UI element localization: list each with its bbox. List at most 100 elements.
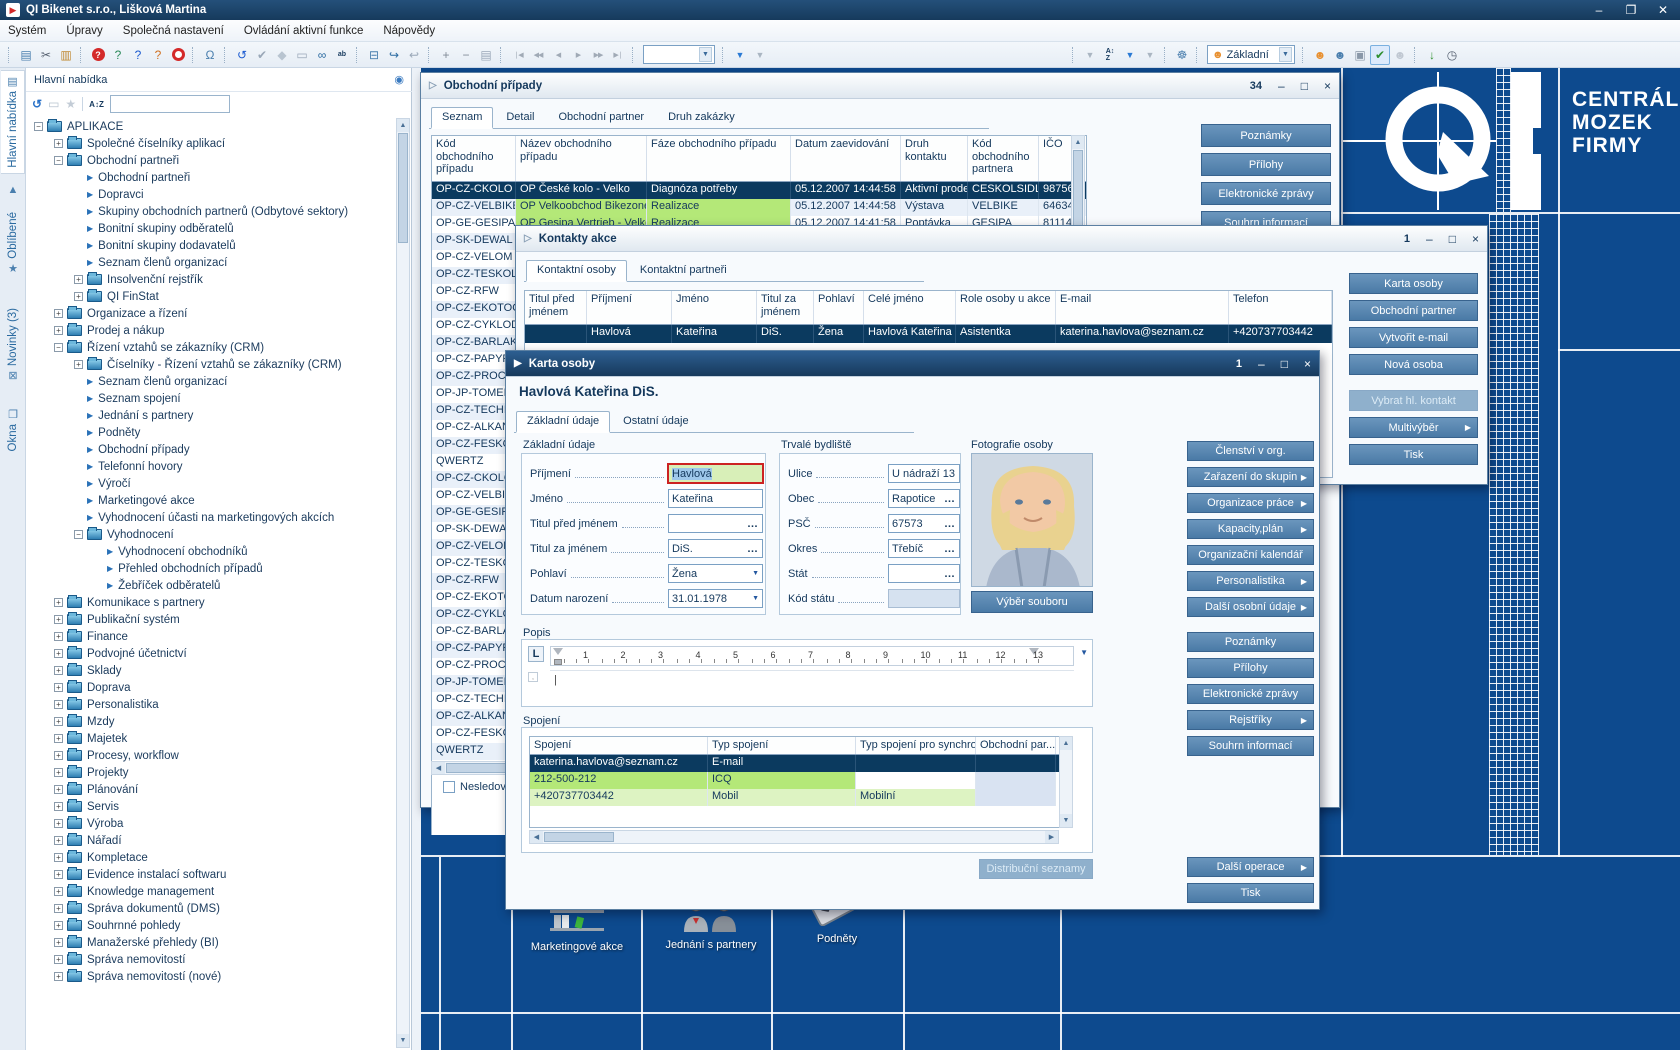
tree-item-qi-finstat[interactable]: +QI FinStat (26, 288, 396, 305)
cases-tab-1[interactable]: Detail (495, 107, 545, 128)
tab-stop-selector[interactable]: L (528, 646, 544, 662)
scroll-down-icon[interactable]: ▼ (1060, 814, 1072, 827)
menu-item--pravy[interactable]: Úpravy (66, 25, 102, 37)
column-header[interactable]: IČO (1039, 136, 1072, 181)
cases-tab-0[interactable]: Seznam (431, 107, 493, 129)
contacts-window-titlebar[interactable]: ▷ Kontakty akce 1 – □ × (516, 226, 1487, 252)
tree-item-n-ad-[interactable]: +Nářadí (26, 832, 396, 849)
tree-expand-icon[interactable]: − (54, 156, 63, 165)
tree-scrollbar[interactable]: ▲ ▼ (396, 118, 410, 1048)
tree-item-majetek[interactable]: +Majetek (26, 730, 396, 747)
indent-marker[interactable] (553, 648, 563, 655)
tree-expand-icon[interactable]: + (54, 904, 63, 913)
tree-item-spr-va-dokument-dms-[interactable]: +Správa dokumentů (DMS) (26, 900, 396, 917)
undo-icon[interactable]: ↺ (232, 45, 252, 65)
toolbar-grip-handle[interactable] (224, 47, 228, 63)
tree-item-dopravci[interactable]: ▶Dopravci (26, 186, 396, 203)
tree-item-finance[interactable]: +Finance (26, 628, 396, 645)
maximize-button[interactable]: □ (1449, 232, 1456, 246)
scroll-up-icon[interactable]: ▲ (1072, 136, 1084, 149)
chevron-down-icon[interactable]: ▼ (752, 595, 759, 602)
tree-expand-icon[interactable]: + (54, 139, 63, 148)
spojeni-hscrollbar[interactable]: ◀ ▶ (529, 830, 1059, 844)
help-red-icon[interactable]: ? (88, 45, 108, 65)
scroll-right-icon[interactable]: ▶ (1045, 831, 1058, 843)
tree-item-procesy-workflow[interactable]: +Procesy, workflow (26, 747, 396, 764)
table-row[interactable]: OP-CZ-CKOLOOP České kolo - VelkoDiagnóza… (432, 182, 1086, 199)
tree-item-kompletace[interactable]: +Kompletace (26, 849, 396, 866)
cases-tab-3[interactable]: Druh zakázky (657, 107, 746, 128)
column-header[interactable]: Typ spojení (708, 737, 856, 754)
tree-expand-icon[interactable]: + (54, 615, 63, 624)
pozn-mky-button[interactable]: Poznámky (1201, 124, 1331, 147)
export-icon[interactable]: ↪ (384, 45, 404, 65)
nav-prev-icon[interactable]: ◀ (548, 45, 568, 65)
dal-osobn-daje-button[interactable]: Další osobní údaje▶ (1187, 597, 1314, 617)
column-header[interactable]: Pohlaví (814, 291, 864, 324)
multiv-b-r-button[interactable]: Multivýběr▶ (1349, 417, 1478, 438)
column-header[interactable]: Celé jméno (864, 291, 956, 324)
refresh-icon[interactable]: ↺ (32, 97, 42, 111)
minimize-button[interactable]: – (1278, 79, 1285, 93)
funnel-icon[interactable]: ▼ (1120, 45, 1140, 65)
okres-field[interactable]: Třebíč… (888, 539, 960, 558)
column-header[interactable]: Titul za jménem (757, 291, 814, 324)
tree-item-seznam-spojen-[interactable]: ▶Seznam spojení (26, 390, 396, 407)
check-green-icon[interactable]: ✔ (1370, 45, 1390, 65)
funnel-x-icon[interactable]: ▼ (1080, 45, 1100, 65)
vyber-souboru-button[interactable]: Výběr souboru (971, 591, 1093, 613)
spojeni-scrollbar[interactable]: ▲ ▼ (1059, 736, 1073, 828)
maximize-button[interactable]: □ (1301, 79, 1308, 93)
filter-combo[interactable]: ▼ (643, 45, 715, 64)
toolbar-grip-handle[interactable] (1302, 47, 1306, 63)
photo-icon[interactable]: ▣ (1350, 45, 1370, 65)
ellipsis-button[interactable]: … (944, 568, 956, 580)
view-combo[interactable]: ☻Základní▼ (1207, 45, 1295, 64)
lifebuoy-icon[interactable] (168, 45, 188, 65)
tree-expand-icon[interactable]: − (74, 530, 83, 539)
toolbar-grip-handle[interactable] (428, 47, 432, 63)
ellipsis-button[interactable]: … (944, 543, 956, 555)
tree-expand-icon[interactable]: + (54, 649, 63, 658)
tree-item-publika-n-syst-m[interactable]: +Publikační systém (26, 611, 396, 628)
tree-expand-icon[interactable]: + (54, 955, 63, 964)
tree-item-spr-va-nemovitost-nov-[interactable]: +Správa nemovitostí (nové) (26, 968, 396, 985)
tree-item-sklady[interactable]: +Sklady (26, 662, 396, 679)
tree-item-obchodn-partne-i[interactable]: ▶Obchodní partneři (26, 169, 396, 186)
column-header[interactable]: Typ spojení pro synchronizaci (856, 737, 976, 754)
minimize-button[interactable]: – (1426, 232, 1433, 246)
dal-operace-button[interactable]: Další operace▶ (1187, 857, 1314, 877)
tree-expand-icon[interactable]: + (54, 700, 63, 709)
za-azen-do-skupin-button[interactable]: Zařazení do skupin▶ (1187, 467, 1314, 487)
dock-tab-oblibene[interactable]: Oblíbené ★ (1, 208, 25, 296)
doc-help-icon[interactable]: ? (108, 45, 128, 65)
column-header[interactable]: Fáze obchodního případu (647, 136, 791, 181)
tree-item-personalistika[interactable]: +Personalistika (26, 696, 396, 713)
panel-view-icon[interactable]: ▭ (48, 97, 59, 111)
scroll-left-icon[interactable]: ◀ (432, 762, 445, 774)
p-lohy-button[interactable]: Přílohy (1187, 658, 1314, 678)
person-tab-1[interactable]: Ostatní údaje (612, 411, 699, 432)
toolbar-grip-handle[interactable] (1414, 47, 1418, 63)
nav-next2-icon[interactable]: ▶▶ (588, 45, 608, 65)
elektronick-zpr-vy-button[interactable]: Elektronické zprávy (1187, 684, 1314, 704)
k-d-st-tu-field[interactable] (888, 589, 960, 608)
tree-item-skupiny-obchodn-ch-partner-odbytov-sekto[interactable]: ▶Skupiny obchodních partnerů (Odbytové s… (26, 203, 396, 220)
print-icon[interactable]: ⊟ (364, 45, 384, 65)
help-blue-icon[interactable]: ? (128, 45, 148, 65)
table-row[interactable]: katerina.havlova@seznam.czE-mail (530, 755, 1072, 772)
menu-item-spole-n-nastaven-[interactable]: Společná nastavení (123, 25, 224, 37)
scroll-left-icon[interactable]: ◀ (530, 831, 543, 843)
funnel-icon[interactable]: ▼ (730, 45, 750, 65)
p-jmen--field[interactable]: Havlová (668, 464, 763, 483)
copy-icon[interactable]: ▤ (16, 45, 36, 65)
column-header[interactable]: Telefon (1229, 291, 1332, 324)
scroll-down-icon[interactable]: ▼ (397, 1034, 409, 1047)
tree-expand-icon[interactable]: + (54, 887, 63, 896)
tree-item-mzdy[interactable]: +Mzdy (26, 713, 396, 730)
ruler-dropdown-icon[interactable]: ▼ (1080, 648, 1088, 657)
window-icon[interactable]: ▭ (292, 45, 312, 65)
tree-item--zen-vztah-se-z-kazn-ky-crm-[interactable]: −Řízení vztahů se zákazníky (CRM) (26, 339, 396, 356)
tree-item-aplikace[interactable]: −APLIKACE (26, 118, 396, 135)
nav-first-icon[interactable]: ❘◀ (508, 45, 528, 65)
